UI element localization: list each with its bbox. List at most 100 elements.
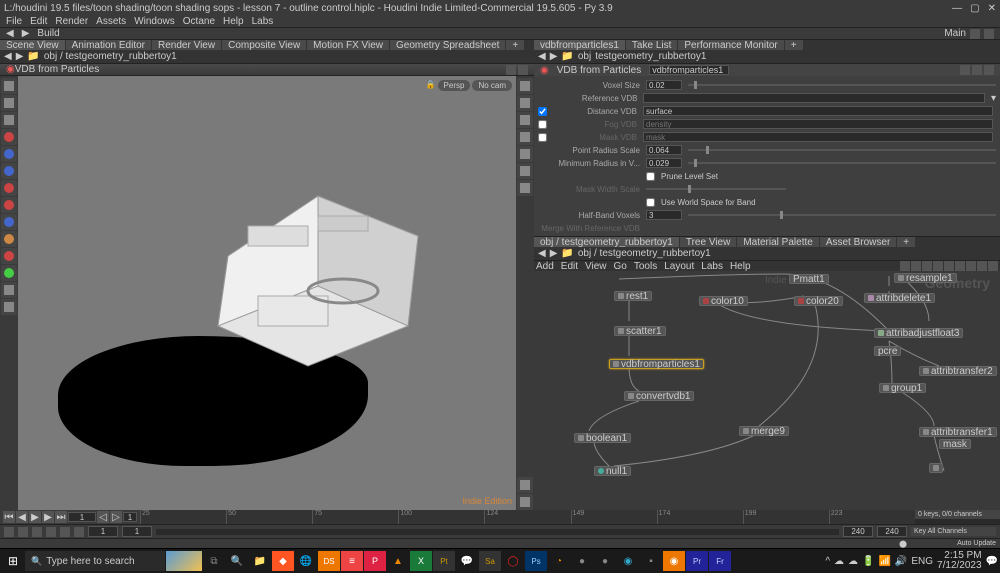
tab-params[interactable]: vdbfromparticles1 [534,40,625,50]
param-path[interactable]: testgeometry_rubbertoy1 [595,51,706,62]
range-end2-input[interactable] [877,526,907,537]
viewport-persp[interactable]: Persp [438,80,471,91]
prev-frame-button[interactable]: ◀ [16,511,28,523]
tab-asset-browser[interactable]: Asset Browser [820,237,896,247]
range-start-input[interactable] [88,526,118,537]
next-key-button[interactable]: ▷ [110,511,122,523]
distance-vdb-check[interactable] [538,107,547,116]
point-radius-slider[interactable] [688,149,996,151]
prev-key-button[interactable]: ◁ [97,511,109,523]
tab-render-view[interactable]: Render View [152,40,221,50]
dropdown-icon[interactable]: ▾ [991,93,996,104]
node-name-input[interactable] [649,65,729,75]
range-end-input[interactable] [843,526,873,537]
tab-add[interactable]: + [897,237,915,247]
fog-vdb-check[interactable] [538,120,547,129]
back-button[interactable]: ◀ [6,28,14,39]
display-opt-8[interactable] [517,477,533,493]
voxel-size-input[interactable] [646,80,682,90]
half-band-slider[interactable] [688,214,996,216]
distance-vdb-input[interactable] [643,106,993,116]
edge-icon[interactable]: ◉ [617,551,639,571]
gear-icon[interactable] [960,65,970,75]
node-color20[interactable]: color20 [794,296,843,306]
bottom-opt-3[interactable] [32,527,42,537]
maximize-button[interactable]: ▢ [970,3,979,14]
whatsapp-icon[interactable]: 💬 [456,551,478,571]
path-forward[interactable]: ▶ [550,248,558,259]
todoist-icon[interactable]: ≡ [341,551,363,571]
path-back[interactable]: ◀ [538,248,546,259]
scene-path[interactable]: obj / testgeometry_rubbertoy1 [44,51,177,62]
node-scatter[interactable]: scatter1 [614,326,666,336]
next-frame-button[interactable]: ▶ [42,511,54,523]
range-track[interactable] [156,529,839,535]
menu-render[interactable]: Render [55,16,88,27]
daz-icon[interactable]: DS [318,551,340,571]
min-radius-slider[interactable] [688,162,996,164]
net-display-opt[interactable] [944,261,954,271]
node-output[interactable] [929,463,943,473]
taskbar-search[interactable]: 🔍 Type here to search [25,551,165,571]
tab-material-palette[interactable]: Material Palette [737,237,818,247]
node-vdbfromparticles[interactable]: vdbfromparticles1 [609,359,704,369]
voxel-size-slider[interactable] [688,84,996,86]
first-frame-button[interactable]: ⏮ [3,511,15,523]
network-path[interactable]: obj / testgeometry_rubbertoy1 [578,248,711,259]
ps-icon[interactable]: Ps [525,551,547,571]
bottom-opt-2[interactable] [18,527,28,537]
forward-button[interactable]: ▶ [22,28,30,39]
node-group1[interactable]: group1 [879,383,926,393]
app-icon2[interactable]: ● [594,551,616,571]
language-indicator[interactable]: ENG [911,556,933,567]
node-attribtransfer2[interactable]: attribtransfer2 [919,366,997,376]
node-mask[interactable]: mask [939,439,971,449]
toolbar-icon[interactable] [984,29,994,39]
channels-label[interactable]: 0 keys, 0/0 channels [915,510,1000,519]
view-tool[interactable] [1,112,17,128]
mask-vdb-check[interactable] [538,133,547,142]
lock-icon[interactable]: 🔒 [426,80,436,91]
net-display-opt[interactable] [911,261,921,271]
path-back[interactable]: ◀ [4,51,12,62]
info-icon[interactable] [984,65,994,75]
app-icon[interactable]: ● [571,551,593,571]
net-menu-add[interactable]: Add [536,261,554,272]
net-display-opt[interactable] [966,261,976,271]
frame-input[interactable] [68,512,96,522]
display-opt-5[interactable] [517,146,533,162]
display-opt-3[interactable] [517,112,533,128]
pin-icon[interactable] [506,65,516,75]
toolbar-icon[interactable] [970,29,980,39]
menu-edit[interactable]: Edit [30,16,47,27]
path-forward[interactable]: ▶ [16,51,24,62]
point-radius-input[interactable] [646,145,682,155]
tool-4[interactable] [1,180,17,196]
vlc-icon[interactable]: ▲ [387,551,409,571]
tool-9[interactable] [1,265,17,281]
tool-2[interactable] [1,146,17,162]
painter-icon[interactable]: Pt [433,551,455,571]
net-menu-tools[interactable]: Tools [634,261,657,272]
tab-geometry-spreadsheet[interactable]: Geometry Spreadsheet [390,40,505,50]
net-display-opt[interactable] [977,261,987,271]
path-forward[interactable]: ▶ [550,51,558,62]
net-display-opt[interactable] [922,261,932,271]
weather-widget[interactable] [166,551,202,571]
tab-takelist[interactable]: Take List [626,40,677,50]
search-icon[interactable]: 🔍 [226,551,248,571]
node-pmatt[interactable]: Pmatt1 [789,274,829,284]
display-opt-7[interactable] [517,180,533,196]
node-resample[interactable]: resample1 [894,273,957,283]
tab-composite-view[interactable]: Composite View [222,40,306,50]
last-frame-button[interactable]: ⏭ [55,511,67,523]
display-opt-2[interactable] [517,95,533,111]
half-band-input[interactable] [646,210,682,220]
timeline-track[interactable]: 255075100 124149174199223 [140,510,915,524]
world-space-check[interactable] [646,198,655,207]
cloud-icon[interactable]: ☁ [834,556,844,567]
prune-level-check[interactable] [646,172,655,181]
range-start2-input[interactable] [122,526,152,537]
close-button[interactable]: ✕ [988,3,996,14]
node-convertvdb[interactable]: convertvdb1 [624,391,694,401]
